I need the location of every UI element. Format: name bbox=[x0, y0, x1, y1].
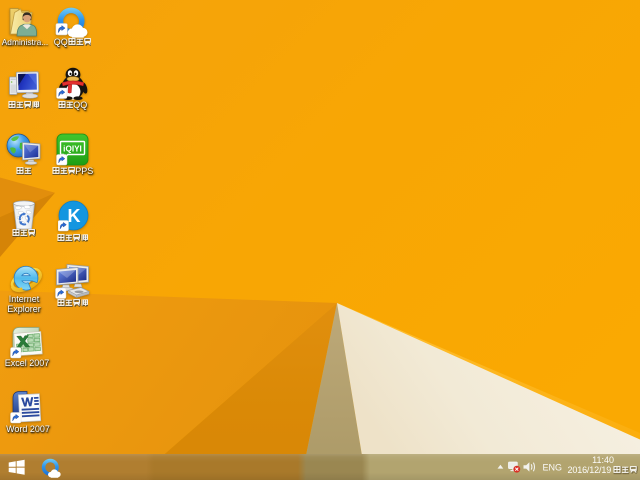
svg-text:iQIYI: iQIYI bbox=[63, 145, 82, 154]
svg-text:K: K bbox=[68, 206, 81, 226]
